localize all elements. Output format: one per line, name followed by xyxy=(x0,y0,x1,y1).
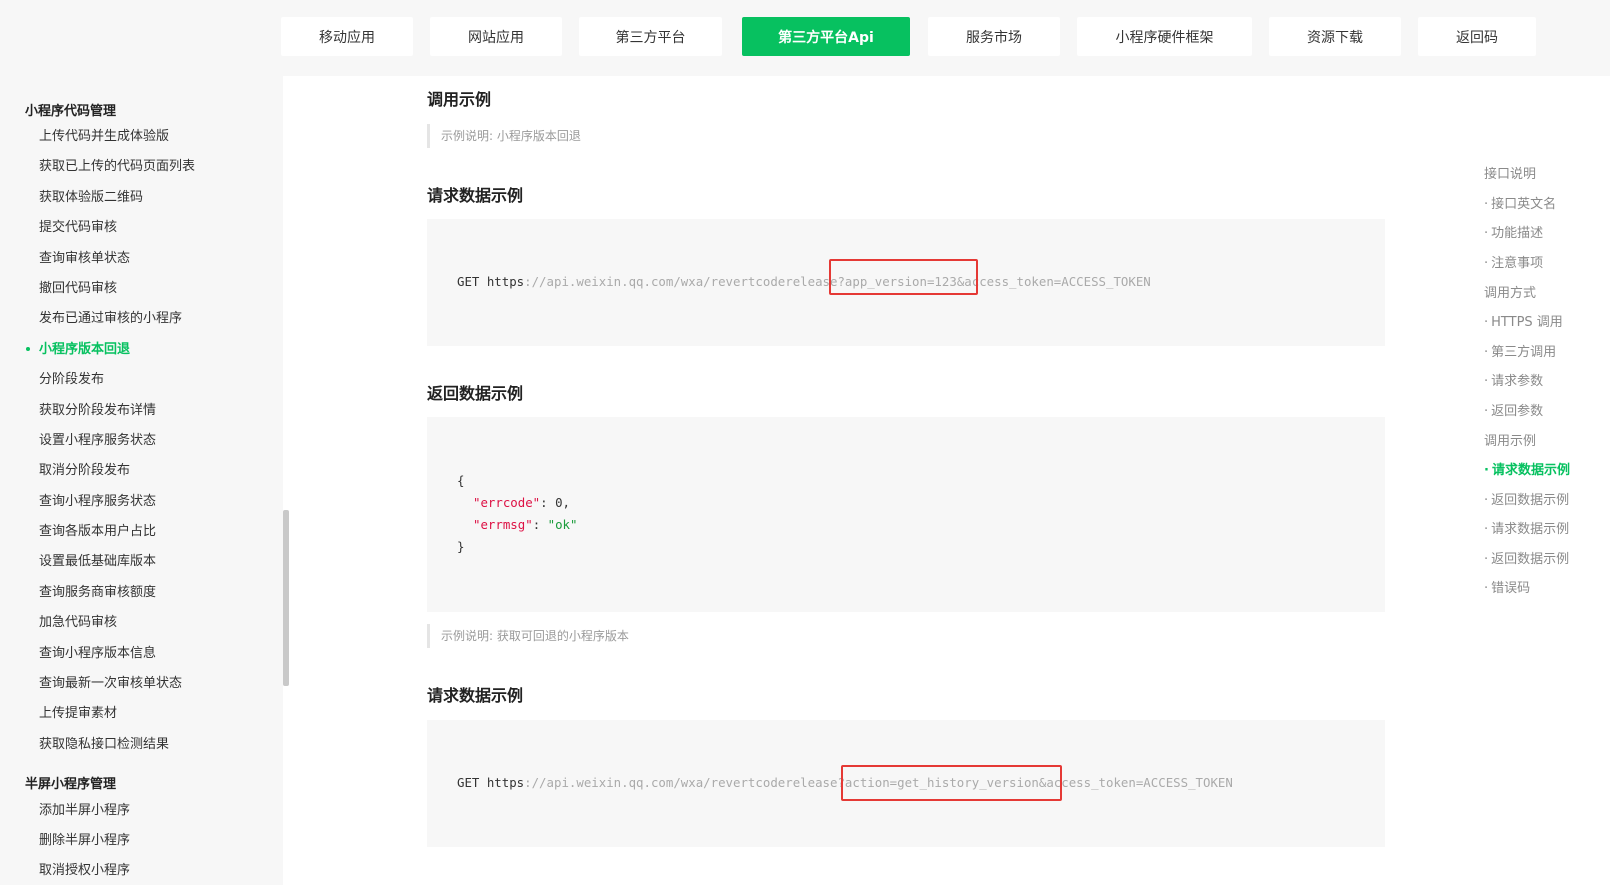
toc-item[interactable]: 请求参数 xyxy=(1484,370,1543,389)
sidebar-item[interactable]: 查询审核单状态 xyxy=(39,247,130,266)
toc-item[interactable]: 接口英文名 xyxy=(1484,193,1556,212)
http-method: GET https xyxy=(457,274,525,289)
request-example-title: 请求数据示例 xyxy=(427,686,524,705)
json-key: "errcode" xyxy=(473,495,541,510)
request-example-title: 请求数据示例 xyxy=(427,186,524,205)
request-code-block: GET https://api.weixin.qq.com/wxa/revert… xyxy=(427,219,1385,346)
url-query-highlighted: ?action=get_history_version xyxy=(837,775,1039,790)
response-example-title: 返回数据示例 xyxy=(427,384,524,403)
response-code-block: { "errcode": 0, "errmsg": "ok" } xyxy=(427,417,1385,612)
toc-item-active[interactable]: 请求数据示例 xyxy=(1484,459,1570,478)
http-method: GET https xyxy=(457,775,525,790)
tab-return-codes[interactable]: 返回码 xyxy=(1418,17,1536,56)
tab-miniprogram-hardware[interactable]: 小程序硬件框架 xyxy=(1077,17,1252,56)
sidebar-item[interactable]: 取消授权小程序 xyxy=(39,859,130,878)
sidebar-item[interactable]: 设置最低基础库版本 xyxy=(39,550,156,569)
url-token: &access_token=ACCESS_TOKEN xyxy=(956,274,1151,289)
sidebar-scrollbar[interactable] xyxy=(283,510,289,686)
url-path: ://api.weixin.qq.com/wxa/revertcoderelea… xyxy=(524,274,838,289)
sidebar-nav: 小程序代码管理 上传代码并生成体验版 获取已上传的代码页面列表 获取体验版二维码… xyxy=(0,76,283,885)
json-line-errcode: "errcode": 0, xyxy=(473,495,570,510)
sidebar-item[interactable]: 获取分阶段发布详情 xyxy=(39,399,156,418)
json-close-brace: } xyxy=(457,539,465,554)
example-note: 示例说明: 小程序版本回退 xyxy=(427,124,581,148)
toc-item[interactable]: 注意事项 xyxy=(1484,252,1543,271)
sidebar-item[interactable]: 提交代码审核 xyxy=(39,216,117,235)
tab-mobile-app[interactable]: 移动应用 xyxy=(281,17,413,56)
url-path: ://api.weixin.qq.com/wxa/revertcoderelea… xyxy=(524,775,838,790)
section-title: 调用示例 xyxy=(427,90,492,109)
sidebar-item[interactable]: 上传提审素材 xyxy=(39,702,117,721)
top-nav-bar: 移动应用 网站应用 第三方平台 第三方平台Api 服务市场 小程序硬件框架 资源… xyxy=(0,0,1610,76)
json-key: "errmsg" xyxy=(473,517,533,532)
sidebar-item[interactable]: 查询小程序版本信息 xyxy=(39,642,156,661)
toc-item[interactable]: 返回数据示例 xyxy=(1484,548,1569,567)
tab-service-market[interactable]: 服务市场 xyxy=(928,17,1060,56)
sidebar-item[interactable]: 取消分阶段发布 xyxy=(39,459,130,478)
toc-item[interactable]: 调用示例 xyxy=(1484,430,1536,449)
json-value: "ok" xyxy=(547,517,578,532)
sidebar-item[interactable]: 查询各版本用户占比 xyxy=(39,520,156,539)
url-query-highlighted: ?app_version=123 xyxy=(837,274,957,289)
sidebar-item[interactable]: 分阶段发布 xyxy=(39,368,104,387)
toc-item[interactable]: HTTPS 调用 xyxy=(1484,311,1563,330)
toc-item[interactable]: 第三方调用 xyxy=(1484,341,1556,360)
sidebar-item[interactable]: 撤回代码审核 xyxy=(39,277,117,296)
toc-item[interactable]: 返回数据示例 xyxy=(1484,489,1569,508)
request-code-block: GET https://api.weixin.qq.com/wxa/revert… xyxy=(427,720,1385,847)
json-open-brace: { xyxy=(457,473,465,488)
tab-website-app[interactable]: 网站应用 xyxy=(430,17,562,56)
request-code-line: GET https://api.weixin.qq.com/wxa/revert… xyxy=(457,775,1233,790)
sidebar-item[interactable]: 删除半屏小程序 xyxy=(39,829,130,848)
json-line-errmsg: "errmsg": "ok" xyxy=(473,517,578,532)
toc-item[interactable]: 错误码 xyxy=(1484,577,1530,596)
sidebar-item[interactable]: 查询服务商审核额度 xyxy=(39,581,156,600)
sidebar-item[interactable]: 查询小程序服务状态 xyxy=(39,490,156,509)
sidebar-item[interactable]: 设置小程序服务状态 xyxy=(39,429,156,448)
tab-third-party-platform[interactable]: 第三方平台 xyxy=(579,17,722,56)
sidebar-item[interactable]: 查询最新一次审核单状态 xyxy=(39,672,182,691)
sidebar-item[interactable]: 获取体验版二维码 xyxy=(39,186,143,205)
json-value: 0 xyxy=(555,495,563,510)
sidebar-item-active[interactable]: 小程序版本回退 xyxy=(39,338,130,357)
sidebar-item[interactable]: 加急代码审核 xyxy=(39,611,117,630)
toc-item[interactable]: 请求数据示例 xyxy=(1484,518,1569,537)
sidebar-item[interactable]: 获取已上传的代码页面列表 xyxy=(39,155,195,174)
url-token: &access_token=ACCESS_TOKEN xyxy=(1038,775,1233,790)
sidebar-item[interactable]: 发布已通过审核的小程序 xyxy=(39,307,182,326)
toc-item[interactable]: 返回参数 xyxy=(1484,400,1543,419)
toc-item[interactable]: 接口说明 xyxy=(1484,163,1536,182)
toc-item[interactable]: 功能描述 xyxy=(1484,222,1543,241)
active-indicator-dot xyxy=(26,347,30,351)
tab-third-party-api[interactable]: 第三方平台Api xyxy=(742,17,910,56)
toc-item[interactable]: 调用方式 xyxy=(1484,282,1536,301)
sidebar-group-halfscreen: 半屏小程序管理 xyxy=(25,777,117,792)
sidebar-item[interactable]: 获取隐私接口检测结果 xyxy=(39,733,169,752)
sidebar-group-code-management: 小程序代码管理 xyxy=(25,104,117,119)
request-code-line: GET https://api.weixin.qq.com/wxa/revert… xyxy=(457,274,1151,289)
example-note: 示例说明: 获取可回退的小程序版本 xyxy=(427,624,629,648)
sidebar-item[interactable]: 添加半屏小程序 xyxy=(39,799,130,818)
sidebar-item[interactable]: 上传代码并生成体验版 xyxy=(39,125,169,144)
tab-resource-download[interactable]: 资源下载 xyxy=(1269,17,1401,56)
